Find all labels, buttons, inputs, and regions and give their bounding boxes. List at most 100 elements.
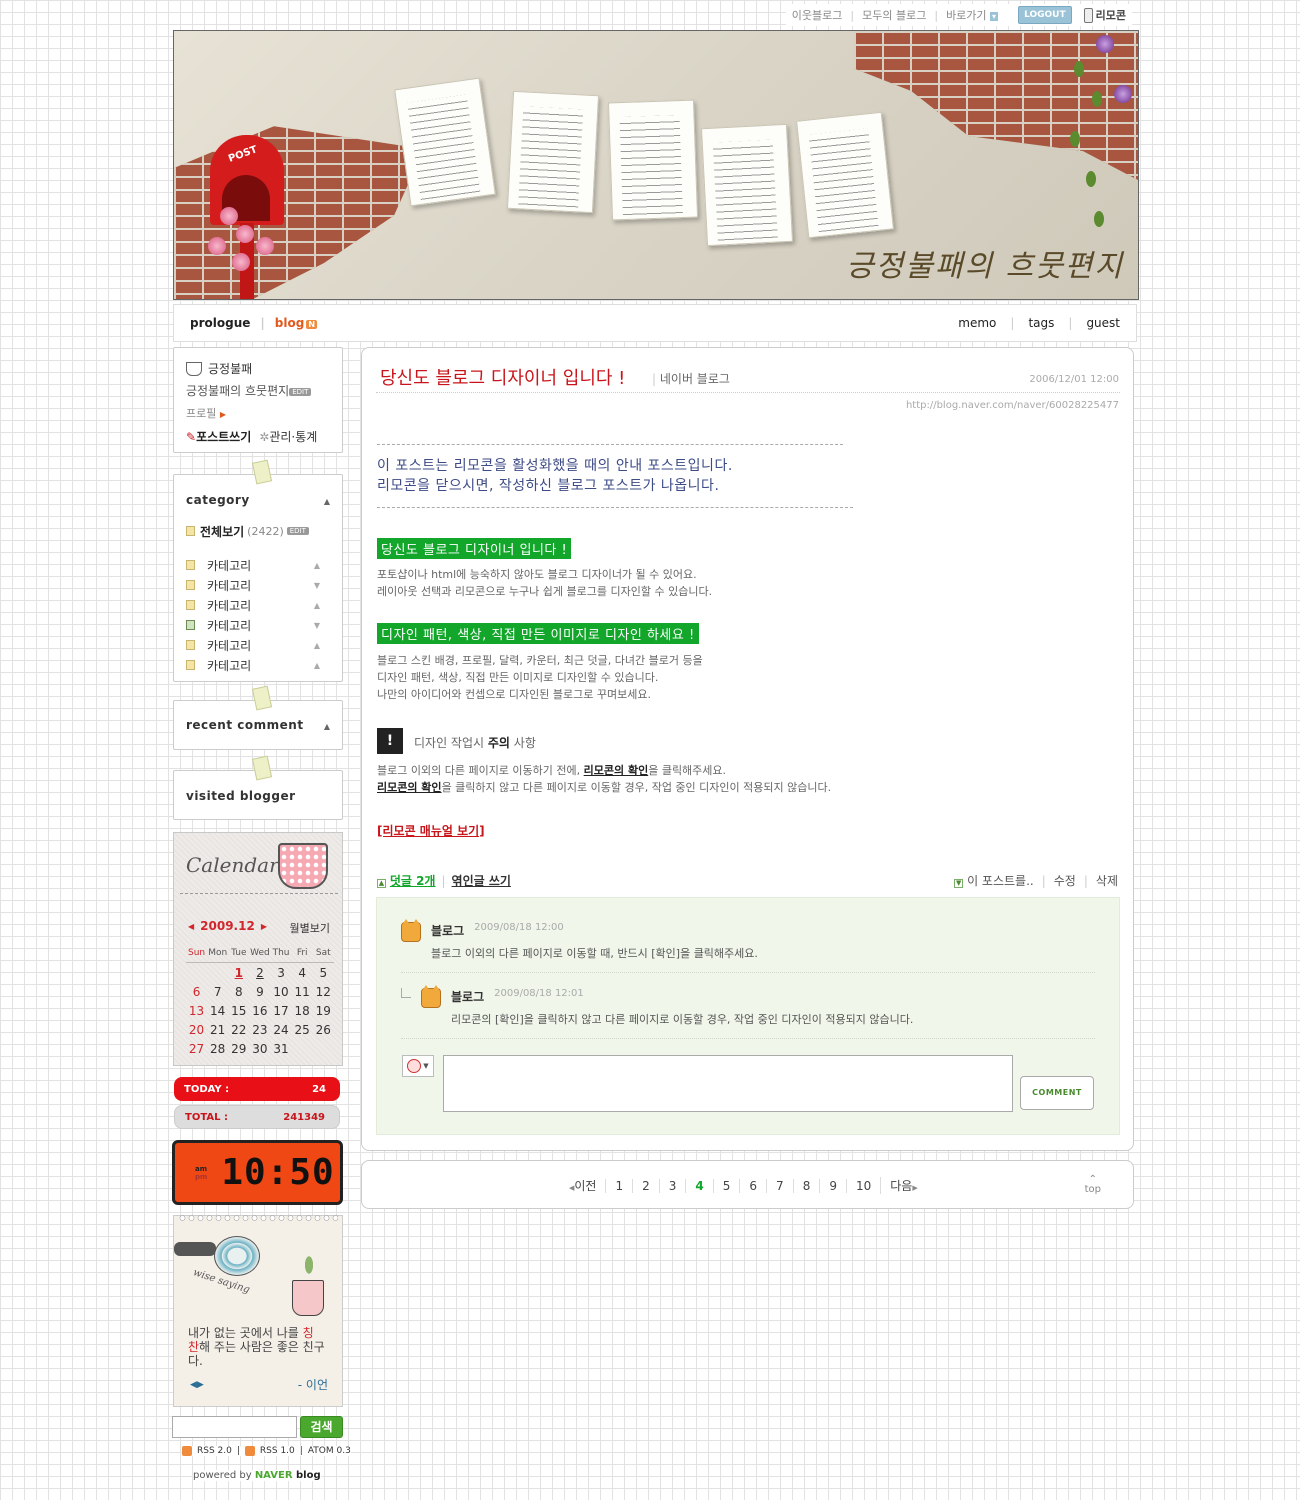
- calendar-day[interactable]: 25: [292, 1021, 313, 1040]
- rss20-link[interactable]: RSS 2.0: [197, 1446, 232, 1456]
- calendar-day[interactable]: 9: [249, 983, 270, 1002]
- calendar-day[interactable]: 26: [313, 1021, 334, 1040]
- calendar-day[interactable]: 22: [228, 1021, 249, 1040]
- post-title[interactable]: 당신도 블로그 디자이너 입니다 !: [380, 364, 625, 390]
- next-page-button[interactable]: 다음▶: [880, 1177, 926, 1194]
- expand-icon[interactable]: ▲: [314, 641, 320, 650]
- calendar-day[interactable]: 18: [292, 1002, 313, 1021]
- page-link[interactable]: 8: [792, 1178, 820, 1193]
- category-item[interactable]: 카테고리 ▲: [186, 655, 330, 675]
- monthly-view-link[interactable]: 월별보기: [290, 920, 330, 936]
- calendar-day[interactable]: 4: [292, 964, 313, 983]
- collapse-icon[interactable]: ▲: [324, 497, 330, 506]
- calendar-day[interactable]: 8: [228, 983, 249, 1002]
- calendar-day[interactable]: 19: [313, 1002, 334, 1021]
- remote-button[interactable]: 리모콘: [1083, 7, 1126, 23]
- category-item[interactable]: 카테고리 ▲: [186, 635, 330, 655]
- category-item[interactable]: 카테고리 ▼: [186, 575, 330, 595]
- naver-logo[interactable]: NAVER: [255, 1470, 293, 1481]
- page-link[interactable]: 7: [766, 1178, 793, 1193]
- category-item[interactable]: 카테고리 ▲: [186, 595, 330, 615]
- write-post-button[interactable]: ✎포스트쓰기: [186, 426, 251, 448]
- goto-dropdown[interactable]: 바로가기 ▾: [946, 7, 999, 23]
- everyone-blog-link[interactable]: 모두의 블로그: [862, 7, 926, 23]
- atom-link[interactable]: ATOM 0.3: [308, 1446, 351, 1456]
- prev-page-button[interactable]: ◀이전: [560, 1177, 605, 1194]
- calendar-day[interactable]: 1: [228, 964, 249, 983]
- expand-icon[interactable]: ▲: [314, 601, 320, 610]
- post-url[interactable]: http://blog.naver.com/naver/60028225477: [906, 400, 1119, 411]
- search-input[interactable]: [172, 1416, 297, 1438]
- nav-guest[interactable]: guest: [1086, 316, 1120, 330]
- delete-button[interactable]: 삭제: [1096, 872, 1118, 889]
- comment-author[interactable]: 블로그: [431, 922, 464, 942]
- page-link[interactable]: 6: [739, 1178, 766, 1193]
- collapse-icon[interactable]: ▼: [314, 581, 320, 590]
- calendar-day[interactable]: 2: [249, 964, 270, 983]
- post-menu-button[interactable]: ▼ 이 포스트를..: [954, 872, 1034, 889]
- calendar-day[interactable]: 28: [207, 1040, 228, 1059]
- calendar-day[interactable]: 16: [249, 1002, 270, 1021]
- calendar-day[interactable]: 27: [186, 1040, 207, 1059]
- edit-badge[interactable]: EDIT: [289, 387, 312, 396]
- edit-badge[interactable]: EDIT: [286, 527, 309, 535]
- calendar-day[interactable]: 20: [186, 1021, 207, 1040]
- nav-memo[interactable]: memo: [958, 316, 996, 330]
- comment-author[interactable]: 블로그: [451, 988, 484, 1008]
- manage-stats-button[interactable]: ✲관리·통계: [259, 426, 317, 448]
- calendar-day[interactable]: 12: [313, 983, 334, 1002]
- avatar-selector[interactable]: ▼: [402, 1055, 434, 1077]
- nav-prologue[interactable]: prologue: [190, 316, 250, 330]
- remote-confirm-link[interactable]: 리모콘의 확인: [584, 764, 649, 777]
- expand-icon[interactable]: ▲: [314, 561, 320, 570]
- collapse-icon[interactable]: ▼: [314, 621, 320, 630]
- comment-input[interactable]: [443, 1055, 1013, 1112]
- fox-avatar-icon[interactable]: [421, 985, 441, 1008]
- fox-avatar-icon[interactable]: [401, 919, 421, 942]
- calendar-day[interactable]: 24: [271, 1021, 292, 1040]
- collapse-icon[interactable]: ▲: [324, 722, 330, 731]
- calendar-day[interactable]: 31: [271, 1040, 292, 1059]
- neighbor-blog-link[interactable]: 이웃블로그: [792, 7, 843, 23]
- category-item[interactable]: 카테고리 ▲: [186, 555, 330, 575]
- page-link[interactable]: 4: [685, 1178, 712, 1193]
- calendar-day[interactable]: 21: [207, 1021, 228, 1040]
- comments-toggle[interactable]: ▲ 덧글 2개: [377, 872, 435, 889]
- comment-submit-button[interactable]: COMMENT: [1020, 1076, 1094, 1110]
- trackback-link[interactable]: 엮인글 쓰기: [452, 872, 511, 889]
- page-link[interactable]: 1: [605, 1178, 632, 1193]
- next-month-icon[interactable]: ▶: [261, 922, 267, 931]
- page-link[interactable]: 10: [845, 1178, 880, 1193]
- expand-icon[interactable]: ▲: [314, 661, 320, 670]
- prev-month-icon[interactable]: ◀: [188, 922, 194, 931]
- page-link[interactable]: 5: [712, 1178, 740, 1193]
- manual-link[interactable]: [리모콘 매뉴얼 보기]: [377, 822, 485, 839]
- page-link[interactable]: 9: [819, 1178, 846, 1193]
- recent-comment-header[interactable]: recent comment: [186, 718, 330, 732]
- remote-confirm-link[interactable]: 리모콘의 확인: [377, 781, 442, 794]
- nav-tags[interactable]: tags: [1028, 316, 1054, 330]
- next-icon[interactable]: ▶: [197, 1380, 204, 1390]
- calendar-day[interactable]: 6: [186, 983, 207, 1002]
- visited-blogger-header[interactable]: visited blogger: [186, 789, 330, 803]
- calendar-day[interactable]: 13: [186, 1002, 207, 1021]
- modify-button[interactable]: 수정: [1054, 872, 1076, 889]
- calendar-day[interactable]: 15: [228, 1002, 249, 1021]
- nav-blog[interactable]: blog N: [275, 316, 318, 330]
- calendar-day[interactable]: 17: [271, 1002, 292, 1021]
- page-link[interactable]: 3: [658, 1178, 686, 1193]
- rss10-link[interactable]: RSS 1.0: [260, 1446, 295, 1456]
- category-all[interactable]: 전체보기 (2422) EDIT: [186, 521, 330, 541]
- top-button[interactable]: ⌃ top: [1085, 1175, 1101, 1195]
- calendar-day[interactable]: 29: [228, 1040, 249, 1059]
- calendar-day[interactable]: 11: [292, 983, 313, 1002]
- page-link[interactable]: 2: [632, 1178, 659, 1193]
- prev-icon[interactable]: ◀: [190, 1380, 197, 1390]
- post-category[interactable]: | 네이버 블로그: [652, 370, 730, 387]
- calendar-day[interactable]: 10: [271, 983, 292, 1002]
- calendar-day[interactable]: 30: [249, 1040, 270, 1059]
- calendar-day[interactable]: 23: [249, 1021, 270, 1040]
- calendar-day[interactable]: 14: [207, 1002, 228, 1021]
- logout-button[interactable]: LOGOUT: [1018, 6, 1072, 24]
- calendar-day[interactable]: 3: [271, 964, 292, 983]
